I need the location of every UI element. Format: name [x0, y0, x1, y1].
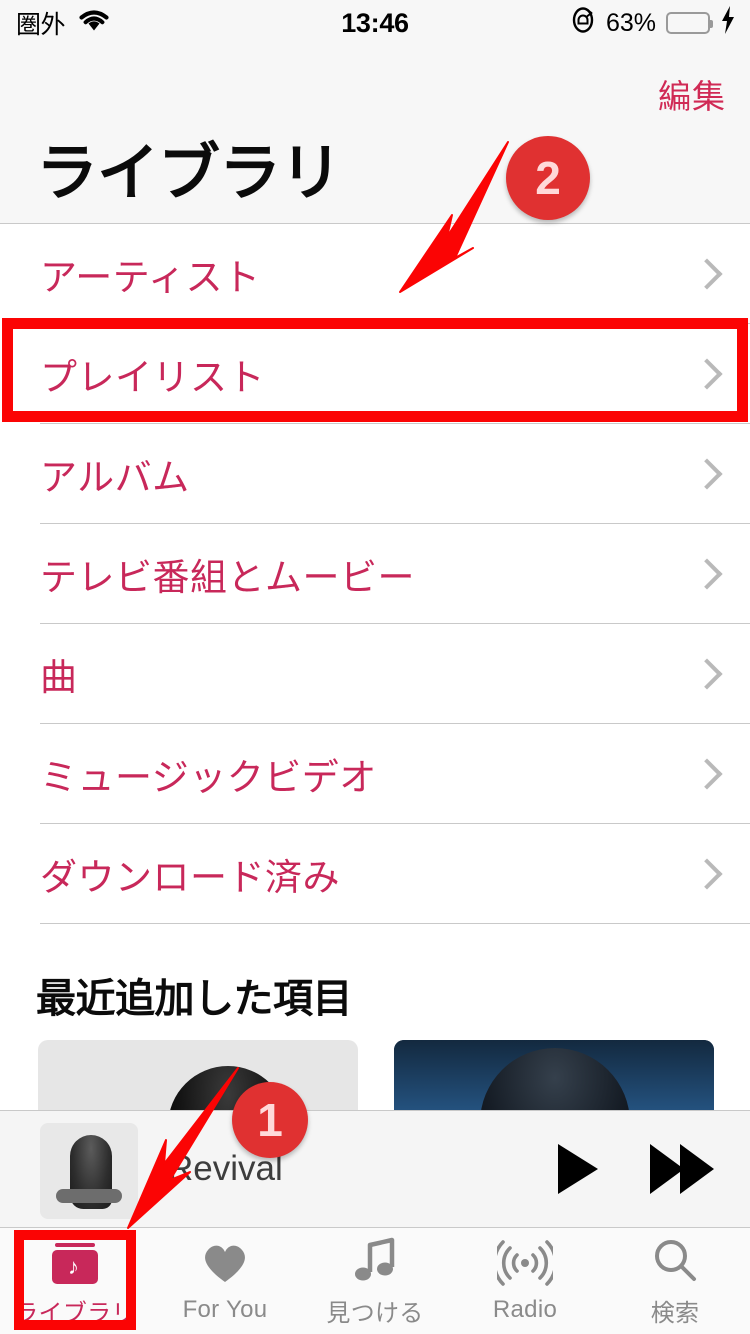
- menu-item-artists[interactable]: アーティスト: [0, 224, 750, 324]
- tab-label: For You: [182, 1296, 268, 1323]
- lightning-bolt-icon: [720, 5, 736, 41]
- annotation-highlight-library-tab: [14, 1230, 136, 1330]
- chevron-right-icon: [691, 858, 723, 890]
- menu-item-music-videos[interactable]: ミュージックビデオ: [0, 724, 750, 824]
- annotation-badge-1: 1: [232, 1082, 308, 1158]
- menu-item-albums[interactable]: アルバム: [0, 424, 750, 524]
- tab-for-you[interactable]: For You: [150, 1228, 300, 1334]
- menu-item-songs[interactable]: 曲: [0, 624, 750, 724]
- tab-label: 検索: [650, 1299, 700, 1327]
- edit-button[interactable]: 編集: [658, 70, 726, 118]
- menu-item-label: ミュージックビデオ: [40, 757, 377, 798]
- menu-item-label: 曲: [40, 657, 78, 698]
- menu-item-label: ダウンロード済み: [40, 857, 340, 898]
- menu-item-label: テレビ番組とムービー: [40, 557, 415, 598]
- status-bar: 圏外 13:46 63%: [0, 0, 750, 46]
- mini-player-artwork[interactable]: [40, 1123, 138, 1219]
- rotation-lock-icon: [570, 6, 596, 41]
- search-icon: [651, 1235, 699, 1285]
- battery-percentage: 63%: [605, 8, 656, 37]
- menu-item-label: アーティスト: [40, 257, 261, 298]
- menu-item-tv-shows-and-movies[interactable]: テレビ番組とムービー: [0, 524, 750, 624]
- annotation-badge-2: 2: [506, 136, 590, 220]
- menu-item-label: アルバム: [40, 457, 190, 498]
- chevron-right-icon: [691, 458, 723, 490]
- radio-waves-icon: [497, 1238, 553, 1288]
- chevron-right-icon: [691, 658, 723, 690]
- page-title: ライブラリ: [36, 139, 342, 208]
- annotation-highlight-playlists: [2, 318, 748, 422]
- music-note-icon: [352, 1235, 398, 1285]
- status-bar-right: 63%: [570, 0, 736, 46]
- play-icon[interactable]: [558, 1144, 598, 1194]
- chevron-right-icon: [691, 758, 723, 790]
- clock-label: 13:46: [341, 7, 409, 38]
- tab-browse[interactable]: 見つける: [300, 1228, 450, 1334]
- tab-label: Radio: [492, 1296, 558, 1323]
- row-divider: [40, 923, 750, 924]
- phone-screen: 圏外 13:46 63% 編集 ライブラリ アーティスト プレイリスト アルバム…: [0, 0, 750, 1334]
- tab-radio[interactable]: Radio: [450, 1228, 600, 1334]
- tab-search[interactable]: 検索: [600, 1228, 750, 1334]
- battery-icon: [666, 12, 713, 34]
- chevron-right-icon: [691, 258, 723, 290]
- heart-icon: [200, 1238, 250, 1288]
- chevron-right-icon: [691, 558, 723, 590]
- recently-added-header: 最近追加した項目: [36, 977, 353, 1021]
- menu-item-downloaded[interactable]: ダウンロード済み: [0, 824, 750, 924]
- tab-label: 見つける: [326, 1299, 424, 1327]
- mini-player-bar[interactable]: Revival: [0, 1110, 750, 1228]
- fast-forward-icon[interactable]: [650, 1144, 726, 1194]
- navigation-bar: 編集 ライブラリ: [0, 46, 750, 224]
